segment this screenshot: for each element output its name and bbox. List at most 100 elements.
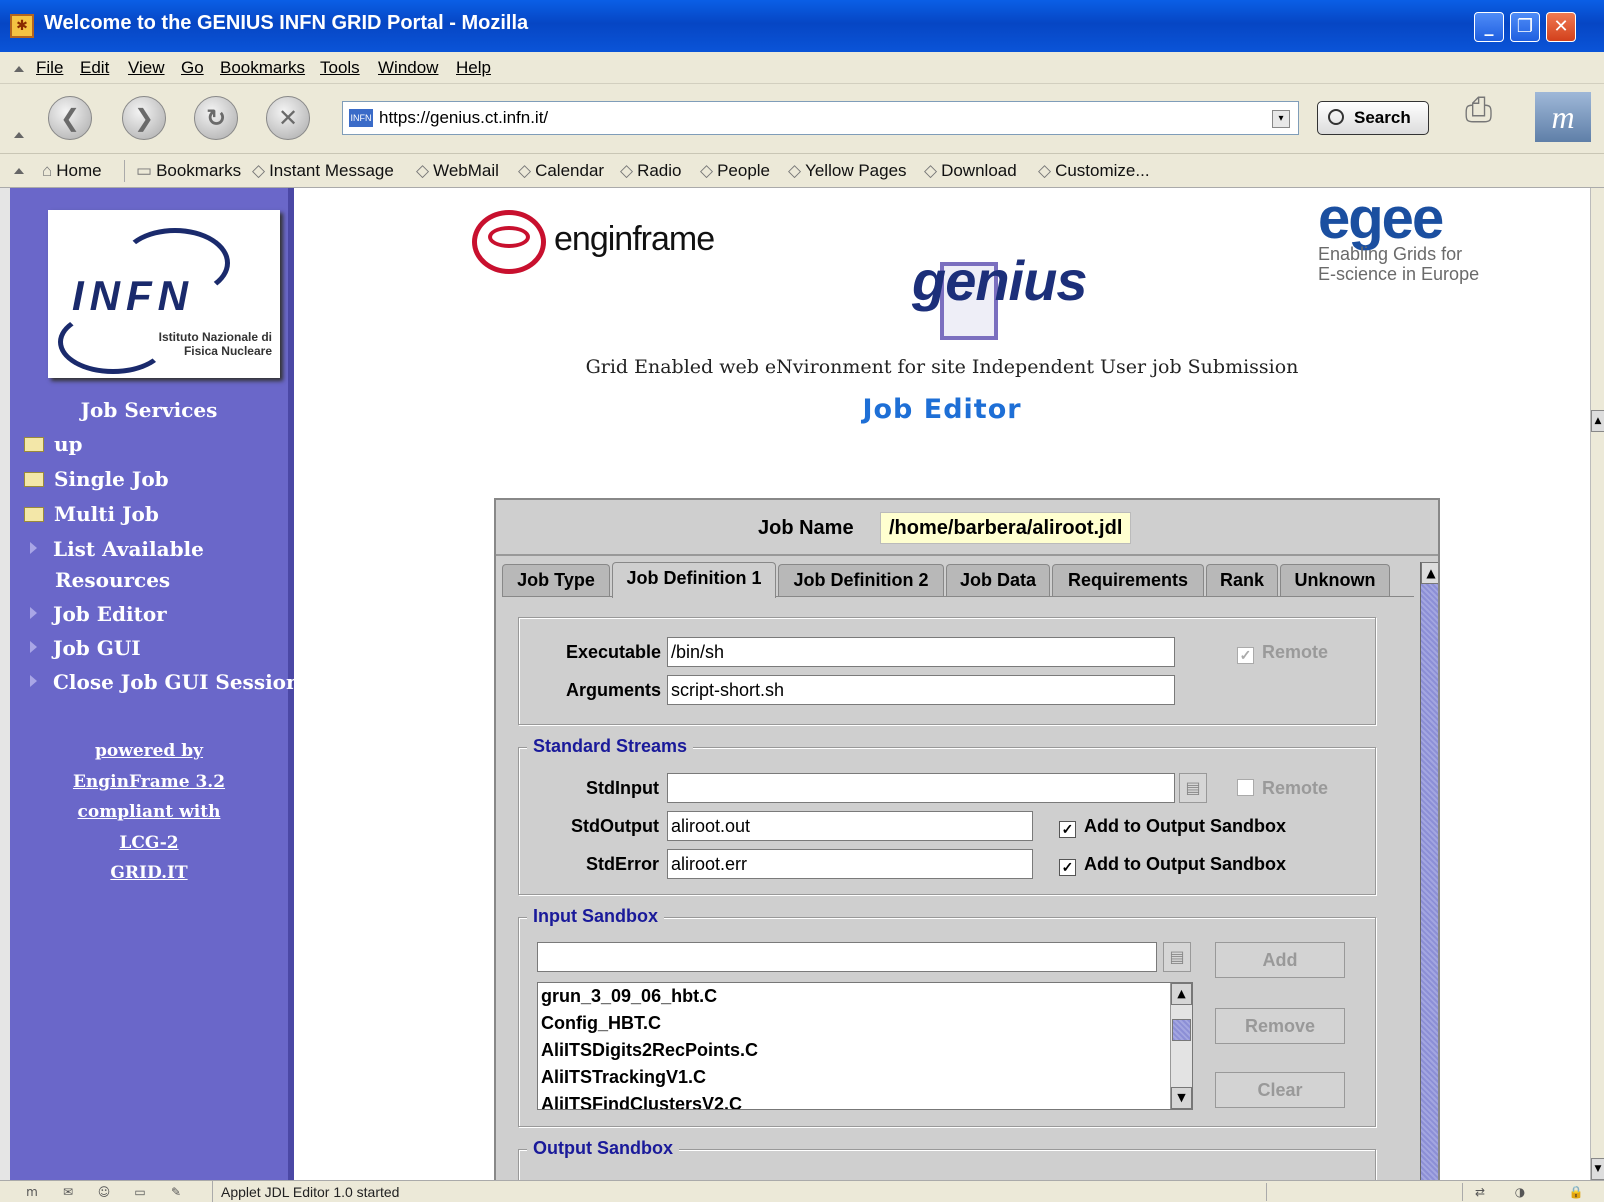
close-button[interactable]: ✕ bbox=[1546, 12, 1576, 42]
instant-message-link[interactable]: ◇ Instant Message bbox=[252, 154, 394, 188]
stderror-sandbox-checkbox[interactable]: ✓ Add to Output Sandbox bbox=[1059, 854, 1286, 876]
url-dropdown-icon[interactable]: ▾ bbox=[1272, 110, 1290, 128]
arguments-field[interactable]: script-short.sh bbox=[667, 675, 1175, 705]
yellow-pages-link[interactable]: ◇ Yellow Pages bbox=[788, 154, 907, 188]
restore-button[interactable]: ❐ bbox=[1510, 12, 1540, 42]
sidebar-item-single-job[interactable]: Single Job bbox=[24, 467, 169, 491]
bookmarks-label: Bookmarks bbox=[156, 161, 242, 180]
infn-logo-subtitle: Istituto Nazionale di Fisica Nucleare bbox=[158, 330, 272, 358]
webmail-link[interactable]: ◇ WebMail bbox=[416, 154, 499, 188]
cookie-icon[interactable]: ◑ bbox=[1510, 1184, 1530, 1200]
powered-by-link[interactable]: powered by bbox=[10, 741, 288, 761]
composer-icon[interactable]: ▭ bbox=[130, 1184, 150, 1200]
scroll-up-arrow-icon[interactable]: ▲ bbox=[1591, 410, 1604, 432]
list-item[interactable]: grun_3_09_06_hbt.C bbox=[538, 983, 1192, 1010]
scroll-down-arrow-icon[interactable]: ▼ bbox=[1591, 1158, 1604, 1180]
url-bar[interactable]: INFN https://genius.ct.infn.it/ ▾ bbox=[342, 101, 1299, 135]
people-link[interactable]: ◇ People bbox=[700, 154, 770, 188]
menu-bookmarks[interactable]: Bookmarks bbox=[220, 52, 305, 84]
tab-requirements[interactable]: Requirements bbox=[1052, 564, 1204, 596]
bookmark-icon: ◇ bbox=[700, 161, 714, 180]
tab-rank[interactable]: Rank bbox=[1206, 564, 1278, 596]
page-scrollbar[interactable]: ▲ ▼ bbox=[1590, 188, 1604, 1180]
sidebar-item-list-available-resources-cont[interactable]: Resources bbox=[55, 568, 170, 592]
executable-remote-checkbox: ✓ Remote bbox=[1237, 642, 1328, 664]
list-item[interactable]: AliITSTrackingV1.C bbox=[538, 1064, 1192, 1091]
scroll-up-arrow-icon[interactable]: ▲ bbox=[1421, 562, 1438, 584]
tab-job-data[interactable]: Job Data bbox=[946, 564, 1050, 596]
navigator-icon[interactable]: m bbox=[22, 1184, 42, 1200]
forward-arrow-icon[interactable]: ❯ bbox=[122, 96, 166, 140]
mail-icon[interactable]: ✉ bbox=[58, 1184, 78, 1200]
stderror-field[interactable]: aliroot.err bbox=[667, 849, 1033, 879]
executable-field[interactable]: /bin/sh bbox=[667, 637, 1175, 667]
menu-help[interactable]: Help bbox=[456, 52, 491, 84]
menu-tools[interactable]: Tools bbox=[320, 52, 360, 84]
sidebar-item-up[interactable]: up bbox=[24, 432, 83, 456]
lcg2-link[interactable]: LCG-2 bbox=[10, 833, 288, 853]
list-item[interactable]: AliITSFindClustersV2.C bbox=[538, 1091, 1192, 1109]
minimize-button[interactable]: _ bbox=[1474, 12, 1504, 42]
egee-tagline: Enabling Grids for bbox=[1318, 244, 1463, 264]
scroll-up-arrow-icon[interactable]: ▲ bbox=[1171, 983, 1192, 1005]
mozilla-throbber-icon[interactable]: m bbox=[1535, 92, 1591, 142]
sidebar-item-multi-job[interactable]: Multi Job bbox=[24, 502, 159, 526]
calendar-link[interactable]: ◇ Calendar bbox=[518, 154, 604, 188]
list-item[interactable]: Config_HBT.C bbox=[538, 1010, 1192, 1037]
stdoutput-sandbox-checkbox[interactable]: ✓ Add to Output Sandbox bbox=[1059, 816, 1286, 838]
clear-button[interactable]: Clear bbox=[1215, 1072, 1345, 1108]
compliant-with-link[interactable]: compliant with bbox=[10, 802, 288, 822]
tab-job-type[interactable]: Job Type bbox=[502, 564, 610, 596]
security-lock-icon[interactable]: 🔒 bbox=[1566, 1184, 1586, 1200]
download-label: Download bbox=[941, 161, 1017, 180]
print-icon[interactable]: ⎙ bbox=[1465, 90, 1521, 130]
bookmarks-link[interactable]: ▭ Bookmarks bbox=[136, 154, 241, 188]
toolbar-grip[interactable] bbox=[14, 168, 24, 174]
sidebar-item-close-job-gui-session[interactable]: Close Job GUI Session bbox=[24, 670, 294, 694]
sidebar-item-job-editor[interactable]: Job Editor bbox=[24, 602, 167, 626]
infn-logo[interactable]: INFN Istituto Nazionale di Fisica Nuclea… bbox=[48, 210, 280, 378]
menu-go[interactable]: Go bbox=[181, 52, 204, 84]
download-link[interactable]: ◇ Download bbox=[924, 154, 1017, 188]
sidebar-item-job-gui[interactable]: Job GUI bbox=[24, 636, 141, 660]
toolbar-grip[interactable] bbox=[14, 132, 24, 138]
home-link[interactable]: ⌂ Home bbox=[42, 154, 102, 188]
genius-logo[interactable]: genius bbox=[912, 248, 1112, 344]
reload-icon[interactable]: ↻ bbox=[194, 96, 238, 140]
scroll-down-arrow-icon[interactable]: ▼ bbox=[1171, 1087, 1192, 1109]
menu-file[interactable]: File bbox=[36, 52, 63, 84]
folder-open-icon[interactable]: ▤ bbox=[1163, 942, 1191, 972]
tab-unknown[interactable]: Unknown bbox=[1280, 564, 1390, 596]
online-status-icon[interactable]: ⇄ bbox=[1470, 1184, 1490, 1200]
back-arrow-icon[interactable]: ❮ bbox=[48, 96, 92, 140]
input-sandbox-file-field[interactable] bbox=[537, 942, 1157, 972]
enginframe-link[interactable]: EnginFrame 3.2 bbox=[10, 772, 288, 792]
stdoutput-field[interactable]: aliroot.out bbox=[667, 811, 1033, 841]
infn-logo-text: INFN bbox=[72, 272, 194, 319]
tab-job-definition-2[interactable]: Job Definition 2 bbox=[778, 564, 944, 596]
sidebar-item-list-available-resources[interactable]: List Available bbox=[24, 537, 204, 561]
tab-job-definition-1[interactable]: Job Definition 1 bbox=[612, 562, 776, 598]
radio-link[interactable]: ◇ Radio bbox=[620, 154, 682, 188]
instant-message-icon[interactable]: ☺ bbox=[94, 1184, 114, 1200]
bookmarks-icon: ▭ bbox=[136, 161, 153, 180]
egee-logo[interactable]: egee Enabling Grids for E-science in Eur… bbox=[1318, 190, 1498, 285]
list-item[interactable]: AliITSDigits2RecPoints.C bbox=[538, 1037, 1192, 1064]
gridit-link[interactable]: GRID.IT bbox=[10, 863, 288, 883]
search-button[interactable]: Search bbox=[1317, 101, 1429, 135]
add-button[interactable]: Add bbox=[1215, 942, 1345, 978]
toolbar-grip[interactable] bbox=[14, 66, 24, 72]
applet-scrollbar[interactable]: ▲ bbox=[1420, 562, 1438, 1180]
list-scrollbar[interactable]: ▲ ▼ bbox=[1170, 983, 1192, 1109]
menu-view[interactable]: View bbox=[128, 52, 165, 84]
customize-link[interactable]: ◇ Customize... bbox=[1038, 154, 1150, 188]
remove-button[interactable]: Remove bbox=[1215, 1008, 1345, 1044]
input-sandbox-list[interactable]: grun_3_09_06_hbt.C Config_HBT.C AliITSDi… bbox=[537, 982, 1193, 1110]
menu-edit[interactable]: Edit bbox=[80, 52, 109, 84]
folder-open-icon[interactable]: ▤ bbox=[1179, 773, 1207, 803]
menu-window[interactable]: Window bbox=[378, 52, 438, 84]
stdinput-field[interactable] bbox=[667, 773, 1175, 803]
scroll-thumb[interactable] bbox=[1172, 1019, 1191, 1041]
address-book-icon[interactable]: ✎ bbox=[166, 1184, 186, 1200]
stop-icon[interactable]: ✕ bbox=[266, 96, 310, 140]
